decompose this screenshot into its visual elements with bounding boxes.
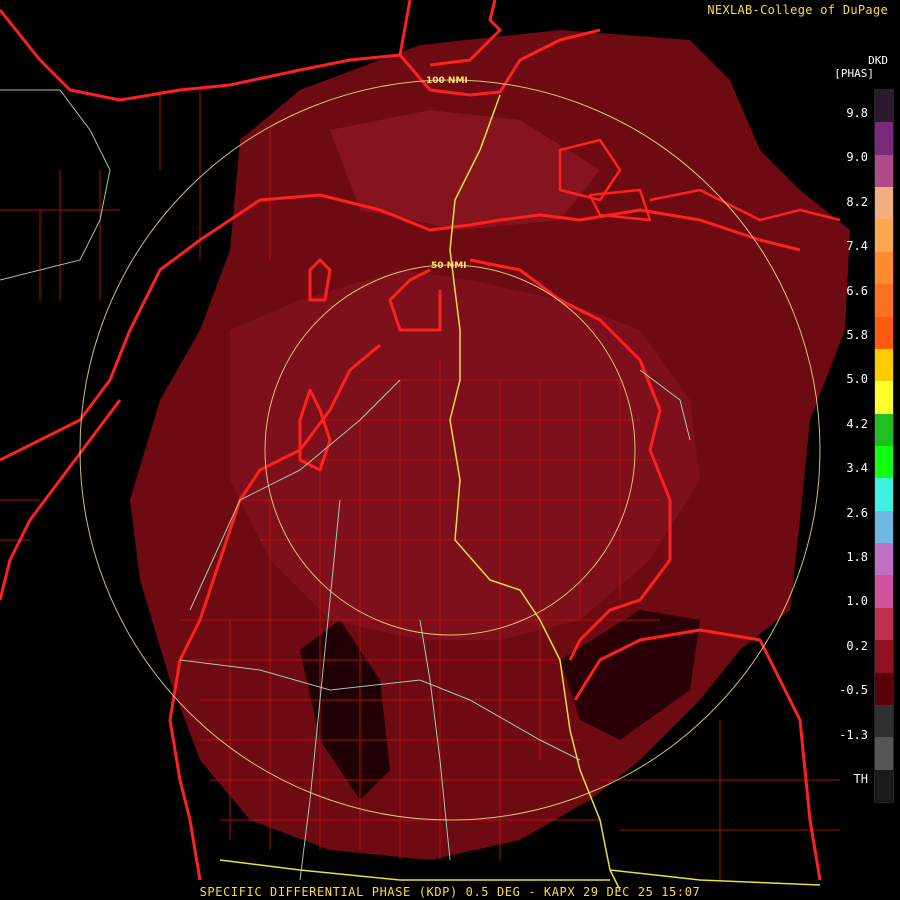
color-scale-segment — [875, 122, 893, 156]
color-scale-segment — [875, 640, 893, 674]
color-scale-segment — [875, 251, 893, 285]
color-scale-segment — [875, 737, 893, 771]
radar-map: 50 NMI 100 NMI — [0, 0, 850, 891]
color-scale-segment — [875, 381, 893, 415]
color-scale-tick-label: 7.4 — [846, 239, 868, 254]
product-caption: SPECIFIC DIFFERENTIAL PHASE (KDP) 0.5 DE… — [199, 885, 701, 899]
color-scale-bar — [874, 89, 894, 803]
color-scale-tick-label: 9.0 — [846, 150, 868, 165]
color-scale-segment — [875, 154, 893, 188]
color-scale-segment — [875, 446, 893, 479]
color-scale-segment — [875, 348, 893, 382]
ring-label-inner: 50 NMI — [431, 261, 467, 271]
ring-label-outer: 100 NMI — [426, 76, 468, 86]
color-scale-segment — [875, 769, 893, 803]
color-scale-segment — [875, 543, 893, 576]
color-scale-tick-label: 6.6 — [846, 283, 868, 298]
color-scale-tick-label: -0.5 — [839, 683, 868, 698]
color-scale-segment — [875, 575, 893, 609]
color-scale-tick-label: 0.2 — [846, 638, 868, 653]
radar-echo — [130, 30, 850, 860]
color-scale-tick-label: 1.8 — [846, 550, 868, 564]
color-scale-tick-label: 5.0 — [846, 372, 868, 387]
color-scale-tick-label: 8.2 — [846, 194, 868, 209]
legend-title-product: [PHAS] — [834, 67, 874, 80]
color-scale-tick-label: -1.3 — [839, 727, 868, 742]
color-scale-segment — [875, 187, 893, 220]
color-scale-segment — [875, 704, 893, 738]
color-scale-tick-label: TH — [853, 772, 868, 786]
color-scale-tick-label: 5.8 — [846, 328, 868, 342]
color-scale-segment — [875, 672, 893, 706]
color-scale-segment — [875, 219, 893, 253]
color-scale-segment — [875, 316, 893, 350]
legend-title-unit: DKD — [868, 54, 888, 67]
color-scale-segment — [875, 510, 893, 544]
legend-title: DKD [PHAS] — [834, 54, 888, 80]
color-scale-segment — [875, 284, 893, 318]
color-scale-tick-label: 2.6 — [846, 505, 868, 520]
color-scale-segment — [875, 90, 893, 123]
color-scale-segment — [875, 607, 893, 641]
color-scale-tick-label: 1.0 — [846, 594, 868, 609]
color-scale-tick-label: 9.8 — [846, 106, 868, 120]
color-scale-tick-label: 3.4 — [846, 461, 868, 476]
credit-text: NEXLAB-College of DuPage — [707, 3, 888, 17]
color-scale-segment — [875, 413, 893, 447]
color-scale-tick-label: 4.2 — [846, 416, 868, 431]
color-scale-segment — [875, 478, 893, 512]
